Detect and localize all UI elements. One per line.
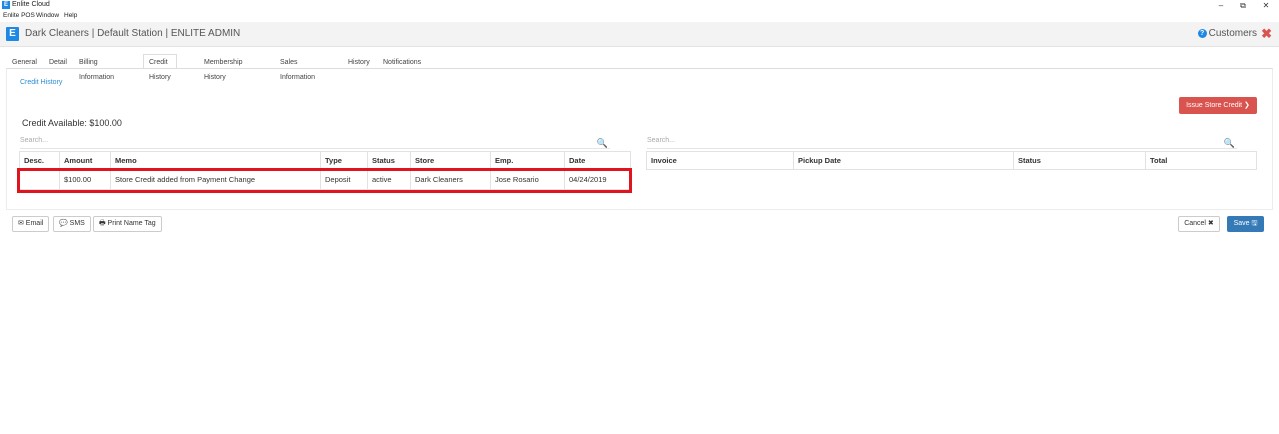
col-invoice: Invoice xyxy=(646,151,794,170)
col-date: Date xyxy=(564,151,631,170)
menubar: Enlite POS Window Help xyxy=(0,11,1279,21)
app-header: E Dark Cleaners | Default Station | ENLI… xyxy=(0,22,1279,47)
tab-general[interactable]: General xyxy=(6,54,43,69)
invoice-table: Invoice Pickup Date Status Total xyxy=(646,151,1257,170)
page-title: Dark Cleaners | Default Station | ENLITE… xyxy=(25,28,241,39)
table-header-row: Invoice Pickup Date Status Total xyxy=(646,151,1257,170)
sms-button[interactable]: 💬 SMS xyxy=(53,216,91,232)
col-memo: Memo xyxy=(110,151,321,170)
col-desc: Desc. xyxy=(19,151,60,170)
tab-billing-information[interactable]: Billing Information xyxy=(73,54,120,81)
close-icon[interactable]: ✖ xyxy=(1261,26,1272,42)
menu-help[interactable]: Help xyxy=(64,12,77,19)
invoice-search-input[interactable]: Search... 🔍 xyxy=(647,137,1237,149)
print-name-tag-button[interactable]: 🖶 Print Name Tag xyxy=(93,216,162,232)
tab-detail[interactable]: Detail xyxy=(43,54,73,69)
save-button[interactable]: Save 🖫 xyxy=(1227,216,1264,232)
cancel-button[interactable]: Cancel ✖ xyxy=(1178,216,1220,232)
credit-search-input[interactable]: Search... 🔍 xyxy=(20,137,610,149)
col-total: Total xyxy=(1145,151,1257,170)
tab-sales-information[interactable]: Sales Information xyxy=(274,54,321,81)
enlite-logo-icon: E xyxy=(6,27,19,41)
window-close-button[interactable]: ✕ xyxy=(1254,0,1278,11)
col-amount: Amount xyxy=(59,151,111,170)
credit-available: Credit Available: $100.00 xyxy=(22,118,122,128)
help-circle-icon: ? xyxy=(1197,29,1207,38)
window-title: Enlite Cloud xyxy=(12,1,50,8)
window-titlebar: E Enlite Cloud – ⧉ ✕ xyxy=(0,0,1279,11)
col-pickup-date: Pickup Date xyxy=(793,151,1014,170)
tab-history[interactable]: History xyxy=(342,54,376,69)
invoice-search-placeholder: Search... xyxy=(647,137,676,144)
menu-enlite-pos[interactable]: Enlite POS xyxy=(3,12,35,19)
col-type: Type xyxy=(320,151,368,170)
table-header-row: Desc. Amount Memo Type Status Store Emp.… xyxy=(19,151,631,170)
credit-search-placeholder: Search... xyxy=(20,137,49,144)
email-button[interactable]: ✉ Email xyxy=(12,216,50,232)
search-icon[interactable]: 🔍 xyxy=(1224,138,1235,149)
col-emp: Emp. xyxy=(490,151,565,170)
col-status: Status xyxy=(367,151,411,170)
breadcrumb[interactable]: Credit History xyxy=(20,79,62,86)
col-invoice-status: Status xyxy=(1013,151,1146,170)
customers-label: Customers xyxy=(1208,28,1257,39)
tab-credit-history[interactable]: Credit History xyxy=(143,54,177,81)
search-icon[interactable]: 🔍 xyxy=(597,138,608,149)
tab-membership-history[interactable]: Membership History xyxy=(198,54,249,81)
minimize-button[interactable]: – xyxy=(1209,0,1233,11)
menu-window[interactable]: Window xyxy=(36,12,59,19)
issue-store-credit-button[interactable]: Issue Store Credit ❯ xyxy=(1179,97,1257,114)
customers-link[interactable]: ? Customers xyxy=(1197,28,1257,39)
app-logo-icon: E xyxy=(2,1,10,9)
tab-notifications[interactable]: Notifications xyxy=(377,54,427,69)
highlight-annotation xyxy=(17,168,632,193)
restore-button[interactable]: ⧉ xyxy=(1231,0,1255,11)
col-store: Store xyxy=(410,151,491,170)
